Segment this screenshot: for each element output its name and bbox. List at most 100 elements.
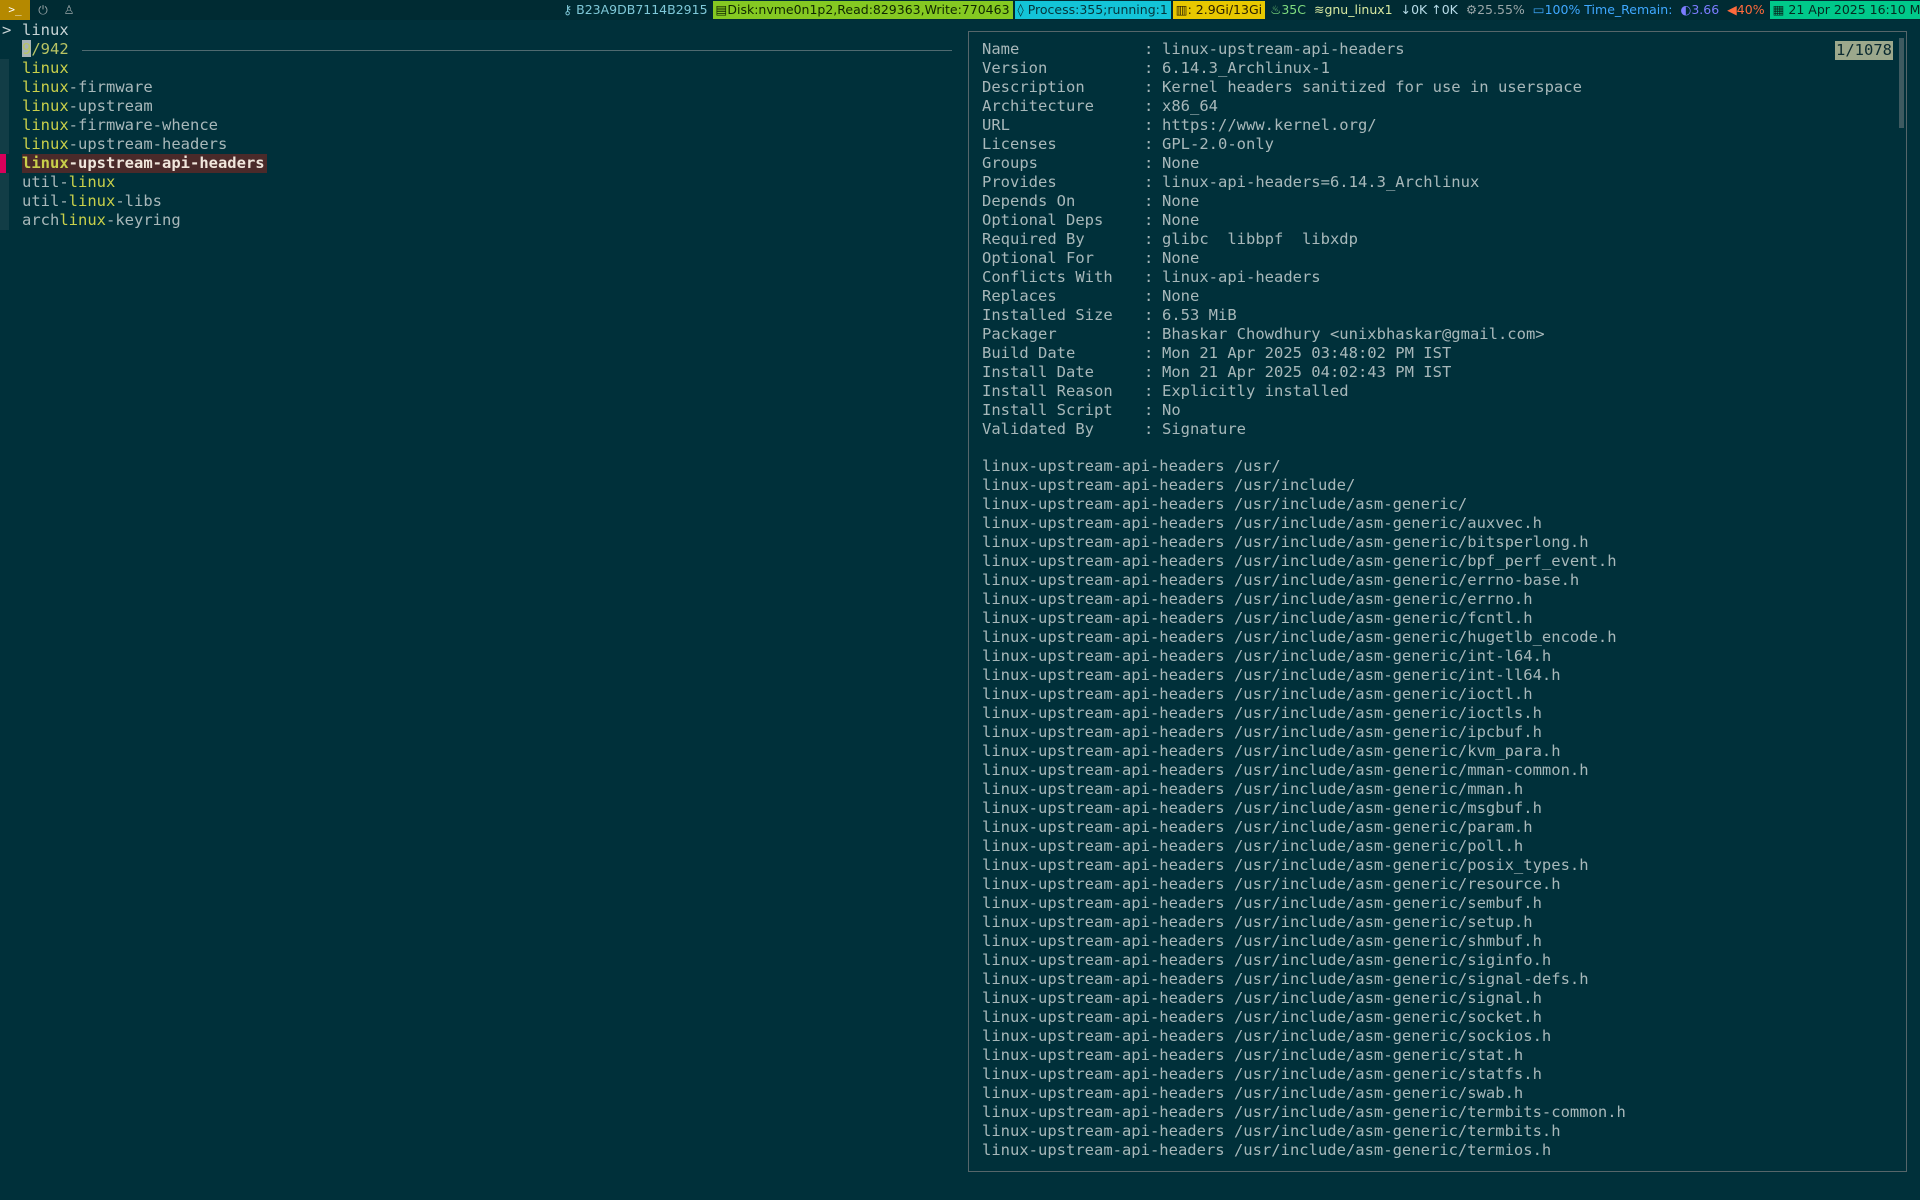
result-item[interactable]: linux-firmware [0,78,300,97]
info-row: Validated By: Signature [982,420,1582,439]
result-item[interactable]: util-linux-libs [0,192,300,211]
download-arrow-icon: ↓ [1400,2,1412,17]
file-row: linux-upstream-api-headers /usr/include/… [982,514,1542,532]
power-icon[interactable]: ⏻ [30,0,56,20]
info-key: Packager [982,325,1057,343]
file-row: linux-upstream-api-headers /usr/include/… [982,1008,1542,1026]
result-item[interactable]: linux-upstream-headers [0,135,300,154]
battery-value: 100% Time_Remain: [1544,2,1673,17]
info-key: Groups [982,154,1038,172]
file-row: linux-upstream-api-headers /usr/include/… [982,495,1468,513]
info-value: None [1162,287,1200,305]
result-label: linux-firmware-whence [22,116,218,135]
info-key: Provides [982,173,1057,191]
info-separator: : [1144,135,1154,153]
file-row: linux-upstream-api-headers /usr/include/… [982,837,1524,855]
info-separator: : [1144,59,1154,77]
info-separator: : [1144,40,1154,58]
net-up-value: 0K [1441,2,1458,17]
gpg-key-indicator: ⚷ B23A9DB7114B2915 [560,1,711,19]
match-highlight: linux [68,173,116,191]
info-key: URL [982,116,1010,134]
file-row: linux-upstream-api-headers /usr/include/… [982,818,1533,836]
match-highlight: linux [22,78,69,96]
file-row: linux-upstream-api-headers /usr/include/… [982,742,1561,760]
upload-arrow-icon: ↑ [1431,2,1442,17]
info-row: Description: Kernel headers sanitized for… [982,78,1582,97]
info-separator: : [1144,420,1154,438]
label-part: -upstream-api-headers [68,154,265,172]
label-part: -firmware [68,78,153,96]
label-part: arch [22,211,60,229]
file-row: linux-upstream-api-headers /usr/include/… [982,875,1561,893]
file-row: linux-upstream-api-headers /usr/include/… [982,761,1589,779]
result-gutter [0,192,9,211]
info-row: Optional Deps: None [982,211,1582,230]
info-row: Conflicts With: linux-api-headers [982,268,1582,287]
selection-marker [0,154,6,173]
file-row: linux-upstream-api-headers /usr/include/… [982,1027,1552,1045]
file-row: linux-upstream-api-headers /usr/include/… [982,1046,1524,1064]
wifi-icon: ≋ [1313,2,1325,17]
package-info: Name: linux-upstream-api-headers Version:6… [982,40,1582,439]
info-value: Mon 21 Apr 2025 04:02:43 PM IST [1162,363,1452,381]
file-list: linux-upstream-api-headers /usr/linux-up… [982,457,1626,1160]
preview-pane[interactable]: Name: linux-upstream-api-headers Version:6… [968,31,1907,1172]
file-row: linux-upstream-api-headers /usr/include/… [982,1122,1561,1140]
memory-indicator: ▥: 2.9Gi/13Gi [1172,1,1266,19]
result-item[interactable]: util-linux [0,173,300,192]
file-row: linux-upstream-api-headers /usr/include/… [982,856,1589,874]
info-key: Install Script [982,401,1113,419]
penguin-icon[interactable]: ♙ [56,0,82,20]
cpu-gear-icon: ⚙ [1465,2,1478,17]
file-row: linux-upstream-api-headers /usr/include/… [982,704,1542,722]
info-value: Kernel headers sanitized for use in user… [1162,78,1582,96]
info-value: 6.53 MiB [1162,306,1237,324]
calendar-icon: ▦ [1772,2,1789,17]
result-label: linux [22,59,69,78]
file-row: linux-upstream-api-headers /usr/ [982,457,1281,475]
wifi-indicator[interactable]: ≋gnu_linux1 [1311,1,1396,19]
info-row: Optional For: None [982,249,1582,268]
key-icon: ⚷ [563,2,577,17]
info-row: Installed Size:6.53 MiB [982,306,1582,325]
volume-indicator[interactable]: ◀40% [1724,1,1767,19]
load-icon: ◐ [1680,2,1692,17]
info-value: No [1162,401,1181,419]
result-label: archlinux-keyring [22,211,181,230]
label-part: util- [22,192,69,210]
result-gutter [0,97,9,116]
file-row: linux-upstream-api-headers /usr/include/… [982,951,1552,969]
volume-value: 40% [1736,2,1765,17]
status-bar: >_ ⏻ ♙ ⚷ B23A9DB7114B2915 ▤Disk:nvme0n1p… [0,0,1920,20]
file-row: linux-upstream-api-headers /usr/include/… [982,799,1542,817]
result-label: linux-upstream-headers [22,135,227,154]
file-row: linux-upstream-api-headers /usr/include/… [982,609,1533,627]
info-separator: : [1144,382,1154,400]
package-finder: > linux 9/942 linux linux-firmware linux-u… [0,20,960,1200]
info-value: Bhaskar Chowdhury <unixbhaskar@gmail.com… [1162,325,1545,343]
result-gutter [0,135,9,154]
disk-stats: Disk:nvme0n1p2,Read:829363,Write:770463 [727,2,1010,17]
info-key: Required By [982,230,1085,248]
info-separator: : [1144,325,1154,343]
result-item[interactable]: linux [0,59,300,78]
preview-scrollbar[interactable] [1899,38,1904,128]
result-gutter [0,78,9,97]
result-item[interactable]: linux-upstream-api-headers [0,154,300,173]
terminal-icon[interactable]: >_ [0,0,30,20]
info-row: Install Reason: Explicitly installed [982,382,1582,401]
datetime-indicator[interactable]: ▦ 21 Apr 2025 16:10 Mon [1769,1,1920,19]
info-separator: : [1144,154,1154,172]
result-item[interactable]: linux-firmware-whence [0,116,300,135]
info-value: Signature [1162,420,1246,438]
process-indicator: ◊ Process:355;running:1 [1014,1,1171,19]
match-highlight: linux [68,192,116,210]
thermometer-icon: ♨ [1270,2,1282,17]
result-item[interactable]: archlinux-keyring [0,211,300,230]
result-item[interactable]: linux-upstream [0,97,300,116]
gpg-key-id: B23A9DB7114B2915 [576,2,708,17]
info-value: GPL-2.0-only [1162,135,1274,153]
file-row: linux-upstream-api-headers /usr/include/… [982,723,1542,741]
memory-icon: ▥ [1175,2,1188,17]
